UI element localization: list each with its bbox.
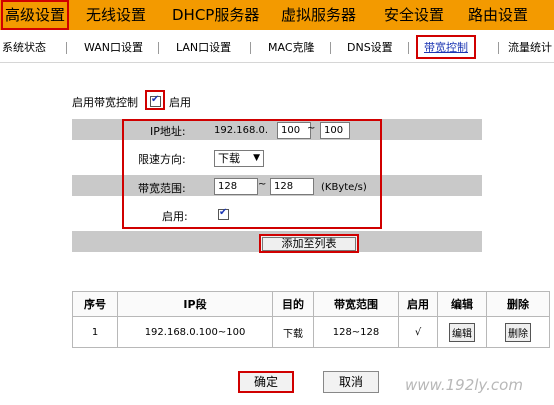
subtab-traffic-stats[interactable]: 流量统计 <box>508 39 552 55</box>
divider <box>408 42 409 54</box>
direction-select[interactable]: 下载 ▼ <box>214 150 264 167</box>
direction-label: 限速方向: <box>138 153 186 166</box>
enable-bandwidth-checkbox[interactable]: ✔ <box>150 94 161 107</box>
cell-target: 下载 <box>272 316 314 348</box>
cancel-button[interactable]: 取消 <box>323 371 379 393</box>
col-edit: 编辑 <box>437 291 487 317</box>
cell-ip: 192.168.0.100~100 <box>117 316 273 348</box>
divider <box>158 42 159 54</box>
rule-enabled-label: 启用: <box>162 210 188 223</box>
col-ip-range: IP段 <box>117 291 273 317</box>
check-icon: ✔ <box>219 207 228 218</box>
col-index: 序号 <box>72 291 118 317</box>
subtab-lan-settings[interactable]: LAN口设置 <box>176 39 231 55</box>
enable-bandwidth-row: 启用带宽控制 <box>72 94 138 110</box>
divider <box>330 42 331 54</box>
range-max-input[interactable]: 128 <box>270 178 314 195</box>
col-bandwidth-range: 带宽范围 <box>313 291 399 317</box>
ip-tilde: ~ <box>307 123 316 134</box>
tab-dhcp-server[interactable]: DHCP服务器 <box>172 0 259 30</box>
tab-wireless-settings[interactable]: 无线设置 <box>86 0 146 30</box>
subtab-dns-settings[interactable]: DNS设置 <box>347 39 393 55</box>
enable-bandwidth-suffix: 启用 <box>169 96 191 109</box>
bandwidth-range-label: 带宽范围: <box>138 182 186 195</box>
divider <box>250 42 251 54</box>
confirm-button[interactable]: 确定 <box>238 371 294 393</box>
range-unit: (KByte/s) <box>321 182 367 193</box>
tab-advanced-settings[interactable]: 高级设置 <box>1 0 70 30</box>
delete-button[interactable]: 删除 <box>505 322 531 342</box>
add-to-list-button[interactable]: 添加至列表 <box>259 234 359 253</box>
tab-virtual-server[interactable]: 虚拟服务器 <box>281 0 356 30</box>
sub-nav: 系统状态 WAN口设置 LAN口设置 MAC克隆 DNS设置 带宽控制 流量统计 <box>0 30 554 63</box>
check-icon: ✔ <box>151 94 160 105</box>
cell-range: 128~128 <box>313 316 399 348</box>
subtab-wan-settings[interactable]: WAN口设置 <box>84 39 143 55</box>
divider <box>66 42 67 54</box>
range-min-input[interactable]: 128 <box>214 178 258 195</box>
chevron-down-icon: ▼ <box>253 153 260 163</box>
direction-value: 下载 <box>218 152 240 165</box>
enable-bandwidth-label: 启用带宽控制 <box>72 96 138 109</box>
add-to-list-label: 添加至列表 <box>262 237 356 251</box>
col-target: 目的 <box>272 291 314 317</box>
rule-enabled-checkbox[interactable]: ✔ <box>218 207 229 220</box>
table-row: 1 192.168.0.100~100 下载 128~128 √ 编辑 删除 <box>72 316 550 348</box>
ip-prefix: 192.168.0. <box>214 125 269 136</box>
ip-end-input[interactable]: 100 <box>320 122 350 139</box>
ip-start-input[interactable]: 100 <box>277 122 311 139</box>
subtab-bandwidth-control[interactable]: 带宽控制 <box>416 35 476 59</box>
cell-edit: 编辑 <box>437 316 487 348</box>
top-nav: 高级设置 无线设置 DHCP服务器 虚拟服务器 安全设置 路由设置 <box>0 0 554 30</box>
divider <box>498 42 499 54</box>
table-header-row: 序号 IP段 目的 带宽范围 启用 编辑 删除 <box>72 291 550 317</box>
cell-delete: 删除 <box>486 316 550 348</box>
cell-index: 1 <box>72 316 118 348</box>
subtab-system-status[interactable]: 系统状态 <box>2 39 46 55</box>
tab-routing-settings[interactable]: 路由设置 <box>468 0 528 30</box>
range-tilde: ~ <box>258 179 267 190</box>
col-enabled: 启用 <box>398 291 438 317</box>
cell-enabled: √ <box>398 316 438 348</box>
subtab-mac-clone[interactable]: MAC克隆 <box>268 39 315 55</box>
col-delete: 删除 <box>486 291 550 317</box>
rules-table: 序号 IP段 目的 带宽范围 启用 编辑 删除 1 192.168.0.100~… <box>72 291 550 348</box>
ip-address-label: IP地址: <box>150 125 186 138</box>
tab-security-settings[interactable]: 安全设置 <box>384 0 444 30</box>
edit-button[interactable]: 编辑 <box>449 322 475 342</box>
watermark: www.192ly.com <box>405 376 523 394</box>
